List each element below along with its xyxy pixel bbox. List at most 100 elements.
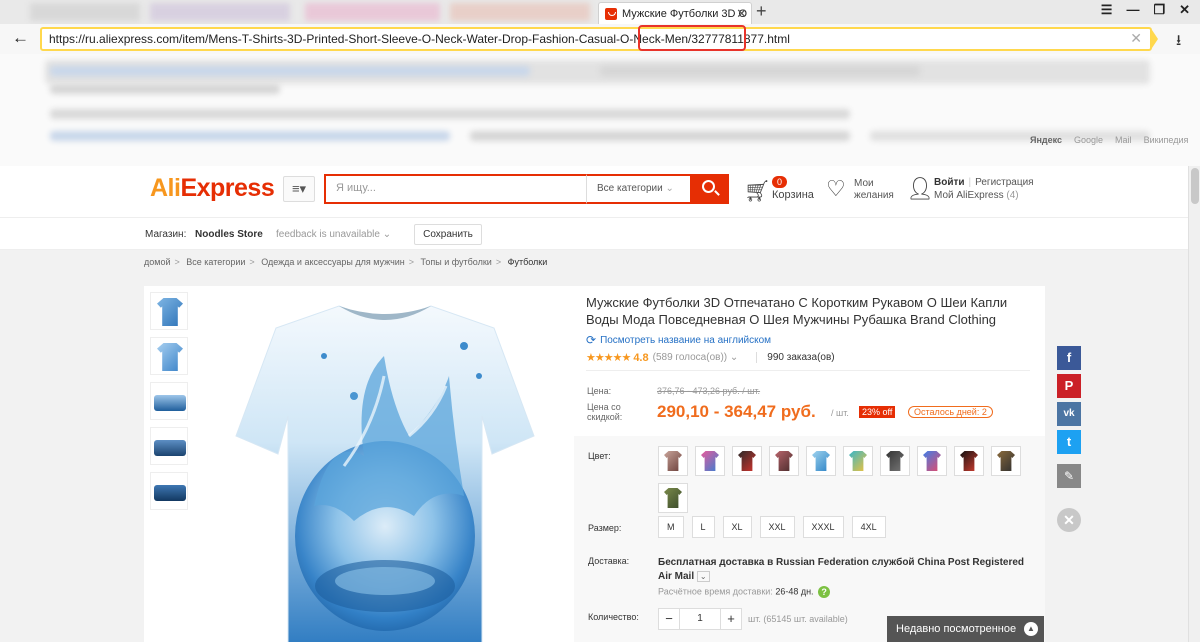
thumbnail[interactable] xyxy=(150,337,188,375)
price-unit: / шт. xyxy=(831,408,849,418)
size-option[interactable]: L xyxy=(691,516,715,538)
shipping-method[interactable]: Бесплатная доставка в Russian Federation… xyxy=(658,556,1038,584)
ship-time-label: Расчётное время доставки: xyxy=(658,586,773,597)
thumbnail[interactable] xyxy=(150,472,188,510)
color-swatch[interactable] xyxy=(695,446,725,476)
store-feedback[interactable]: feedback is unavailable ⌄ xyxy=(276,229,391,240)
color-swatch[interactable] xyxy=(658,483,688,513)
suggestion-row[interactable] xyxy=(600,66,920,76)
edit-icon[interactable]: ✎ xyxy=(1057,464,1081,488)
login-link[interactable]: Войти xyxy=(934,177,965,188)
rating-value: 4.8 xyxy=(633,351,649,364)
recently-viewed-bar[interactable]: Недавно посмотренное ▲ xyxy=(887,616,1044,642)
active-tab[interactable]: Мужские Футболки 3D О ✕ xyxy=(598,2,752,24)
thumbnail-strip xyxy=(150,292,188,517)
category-select[interactable]: Все категории ⌄ xyxy=(586,174,692,204)
cart-icon: 🛒︎ xyxy=(744,180,771,203)
logo-express: Express xyxy=(180,174,275,202)
translate-title-link[interactable]: ⟳ Посмотреть название на английском xyxy=(586,333,1026,347)
breadcrumb-mens-clothing[interactable]: Одежда и аксессуары для мужчин xyxy=(261,257,405,267)
engine-yandex[interactable]: Яндекс xyxy=(1030,135,1062,145)
minimize-icon[interactable]: — xyxy=(1126,2,1139,18)
search-input[interactable]: Я ищу... xyxy=(324,174,590,204)
tshirt-thumbnail-icon xyxy=(664,451,682,471)
facebook-icon[interactable]: f xyxy=(1057,346,1081,370)
size-option[interactable]: 4XL xyxy=(851,516,886,538)
breadcrumb-home[interactable]: домой xyxy=(144,257,170,267)
blurred-tab[interactable] xyxy=(30,3,140,21)
thumbnail[interactable] xyxy=(150,382,188,420)
color-swatch[interactable] xyxy=(732,446,762,476)
site-header: AliExpress ≡▾ Я ищу... Все категории ⌄ 🛒… xyxy=(0,166,1188,218)
breadcrumb-tops[interactable]: Топы и футболки xyxy=(421,257,492,267)
main-product-image[interactable] xyxy=(234,286,536,642)
pinterest-icon[interactable]: P xyxy=(1057,374,1081,398)
suggestion-row[interactable] xyxy=(50,109,850,119)
restore-icon[interactable]: ❐ xyxy=(1153,2,1165,18)
color-swatch[interactable] xyxy=(991,446,1021,476)
clear-url-icon[interactable]: ✕ xyxy=(1130,30,1142,47)
divider xyxy=(586,370,1030,371)
color-swatch[interactable] xyxy=(954,446,984,476)
shipping-label: Доставка: xyxy=(588,556,630,566)
size-option[interactable]: XL xyxy=(722,516,752,538)
engine-google[interactable]: Google xyxy=(1074,135,1103,145)
blurred-tab[interactable] xyxy=(305,3,440,21)
color-swatch[interactable] xyxy=(769,446,799,476)
color-swatch[interactable] xyxy=(917,446,947,476)
quantity-increase-button[interactable]: + xyxy=(721,609,741,629)
blurred-tab[interactable] xyxy=(450,3,590,21)
color-swatch[interactable] xyxy=(806,446,836,476)
color-swatch[interactable] xyxy=(658,446,688,476)
help-icon[interactable]: ? xyxy=(818,586,831,598)
address-bar[interactable]: https://ru.aliexpress.com/item/Mens-T-Sh… xyxy=(40,25,1152,51)
size-option[interactable]: XXL xyxy=(759,516,795,538)
suggestion-row[interactable] xyxy=(50,84,280,94)
engine-wikipedia[interactable]: Википедия xyxy=(1144,135,1189,145)
register-link[interactable]: Регистрация xyxy=(975,177,1033,188)
suggestion-row[interactable] xyxy=(50,131,450,141)
suggestion-row[interactable] xyxy=(50,66,530,76)
aliexpress-logo[interactable]: AliExpress xyxy=(150,174,275,203)
suggestion-row[interactable] xyxy=(470,131,850,141)
rating-votes[interactable]: (589 голоса(ов)) ⌄ xyxy=(653,352,739,363)
back-arrow-icon[interactable]: ← xyxy=(12,28,29,48)
browser-menu-icon[interactable]: ☰ xyxy=(1101,2,1113,18)
thumbnail[interactable] xyxy=(150,427,188,465)
page-scrollbar[interactable] xyxy=(1188,166,1200,642)
size-option[interactable]: M xyxy=(658,516,684,538)
chevron-up-icon: ▲ xyxy=(1024,622,1038,636)
vk-icon[interactable]: vk xyxy=(1057,402,1081,426)
color-swatch[interactable] xyxy=(880,446,910,476)
twitter-icon[interactable]: t xyxy=(1057,430,1081,454)
close-icon[interactable]: ✕ xyxy=(1057,508,1081,532)
quantity-input[interactable]: 1 xyxy=(679,609,721,629)
quantity-decrease-button[interactable]: − xyxy=(659,609,679,629)
cart-label: Корзина xyxy=(772,189,814,201)
download-icon[interactable]: ⭳ xyxy=(1176,30,1181,55)
recently-viewed-label: Недавно посмотренное xyxy=(896,623,1017,635)
color-swatch[interactable] xyxy=(843,446,873,476)
engine-mail[interactable]: Mail xyxy=(1115,135,1132,145)
cart[interactable]: 🛒︎ 0 Корзина xyxy=(744,176,818,210)
translate-link-text: Посмотреть название на английском xyxy=(600,334,772,346)
close-window-icon[interactable]: ✕ xyxy=(1179,2,1190,18)
size-option[interactable]: XXXL xyxy=(802,516,844,538)
category-menu-button[interactable]: ≡▾ xyxy=(283,176,315,202)
new-tab-button[interactable]: + xyxy=(756,1,767,22)
scrollbar-thumb[interactable] xyxy=(1191,168,1199,204)
shipping-time: Расчётное время доставки: 26-48 дн. ? xyxy=(658,586,831,598)
tab-close-icon[interactable]: ✕ xyxy=(736,6,747,22)
days-left-badge: Осталось дней: 2 xyxy=(908,406,993,418)
go-arrow-icon[interactable] xyxy=(1152,30,1158,48)
my-aliexpress-link[interactable]: Мой AliExpress xyxy=(934,190,1004,201)
thumbnail[interactable] xyxy=(150,292,188,330)
product-title: Мужские Футболки 3D Отпечатано С Коротки… xyxy=(586,295,1008,327)
store-name-link[interactable]: Noodles Store xyxy=(195,229,263,240)
chevron-down-icon: ⌄ xyxy=(696,571,710,582)
breadcrumb-tshirts[interactable]: Футболки xyxy=(508,257,548,267)
breadcrumb-all-categories[interactable]: Все категории xyxy=(186,257,245,267)
blurred-tab[interactable] xyxy=(150,3,290,21)
search-button[interactable] xyxy=(690,174,729,204)
save-store-button[interactable]: Сохранить xyxy=(414,224,482,245)
